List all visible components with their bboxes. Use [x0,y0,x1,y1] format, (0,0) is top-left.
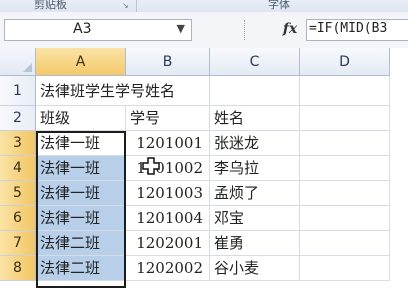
cell-d2[interactable] [300,106,390,131]
worksheet-grid[interactable]: A B C D 1 法律班学生学号姓名 2 班级 学号 姓名 3 法律一班 1201001 张迷龙 4 法律一… [0,48,408,288]
cell-c5[interactable]: 孟烦了 [210,181,300,206]
cell-c4[interactable]: 李乌拉 [210,156,300,181]
cell-c1[interactable] [210,76,300,106]
row-header-2[interactable]: 2 [0,106,36,131]
cell-b6[interactable]: 1201004 [126,206,210,231]
cell-a5[interactable]: 法律一班 [36,181,126,206]
cell-a3[interactable]: 法律一班 [36,131,126,156]
row-header-6[interactable]: 6 [0,206,36,231]
cell-b8[interactable]: 1202002 [126,256,210,281]
formula-text: =IF(MID(B3 [309,21,388,36]
chevron-down-icon[interactable]: ▼ [177,22,185,35]
cell-a6[interactable]: 法律一班 [36,206,126,231]
cell-b5[interactable]: 1201003 [126,181,210,206]
cell-c3[interactable]: 张迷龙 [210,131,300,156]
insert-function-button[interactable]: fx [280,19,300,39]
cell-d7[interactable] [300,231,390,256]
column-header-c[interactable]: C [210,48,300,76]
cell-c8[interactable]: 谷小麦 [210,256,300,281]
name-box[interactable]: A3 ▼ [4,19,192,41]
name-box-value: A3 [73,21,92,37]
row-header-3[interactable]: 3 [0,131,36,156]
cell-a7[interactable]: 法律二班 [36,231,126,256]
select-all-button[interactable] [0,48,36,76]
cell-b2[interactable]: 学号 [126,106,210,131]
cell-d3[interactable] [300,131,390,156]
row-header-8[interactable]: 8 [0,256,36,281]
row-header-4[interactable]: 4 [0,156,36,181]
cell-c7[interactable]: 崔勇 [210,231,300,256]
excel-window: 剪贴板 ↘ 字体 A3 ▼ fx =IF(MID(B3 A B C D 1 法律班学生学号… [0,0,408,288]
cell-d8[interactable] [300,256,390,281]
dialog-launcher-icon[interactable]: ↘ [122,1,131,10]
column-header-a[interactable]: A [36,48,126,76]
cell-d5[interactable] [300,181,390,206]
cell-c6[interactable]: 邓宝 [210,206,300,231]
select-all-icon [23,63,32,72]
cell-c2[interactable]: 姓名 [210,106,300,131]
cross-cursor-icon [142,157,160,175]
cell-d4[interactable] [300,156,390,181]
formula-input[interactable]: =IF(MID(B3 [306,19,408,41]
ribbon-group-clipboard[interactable]: 剪贴板 [34,0,67,12]
cell-d6[interactable] [300,206,390,231]
row-header-5[interactable]: 5 [0,181,36,206]
formula-bar: A3 ▼ fx =IF(MID(B3 [0,12,408,49]
formula-bar-divider[interactable] [244,20,247,40]
cell-b3[interactable]: 1201001 [126,131,210,156]
cell-a1[interactable]: 法律班学生学号姓名 [36,76,175,106]
ribbon-group-font[interactable]: 字体 [268,0,290,12]
cell-b4[interactable]: 1201002 [126,156,210,181]
ribbon-separator [136,0,137,12]
column-header-b[interactable]: B [126,48,210,76]
cell-a4[interactable]: 法律一班 [36,156,126,181]
row-header-7[interactable]: 7 [0,231,36,256]
cell-d1[interactable] [300,76,390,106]
cell-b7[interactable]: 1202001 [126,231,210,256]
column-header-d[interactable]: D [300,48,390,76]
cell-a2[interactable]: 班级 [36,106,126,131]
cell-a8[interactable]: 法律二班 [36,256,126,281]
row-header-1[interactable]: 1 [0,76,36,106]
